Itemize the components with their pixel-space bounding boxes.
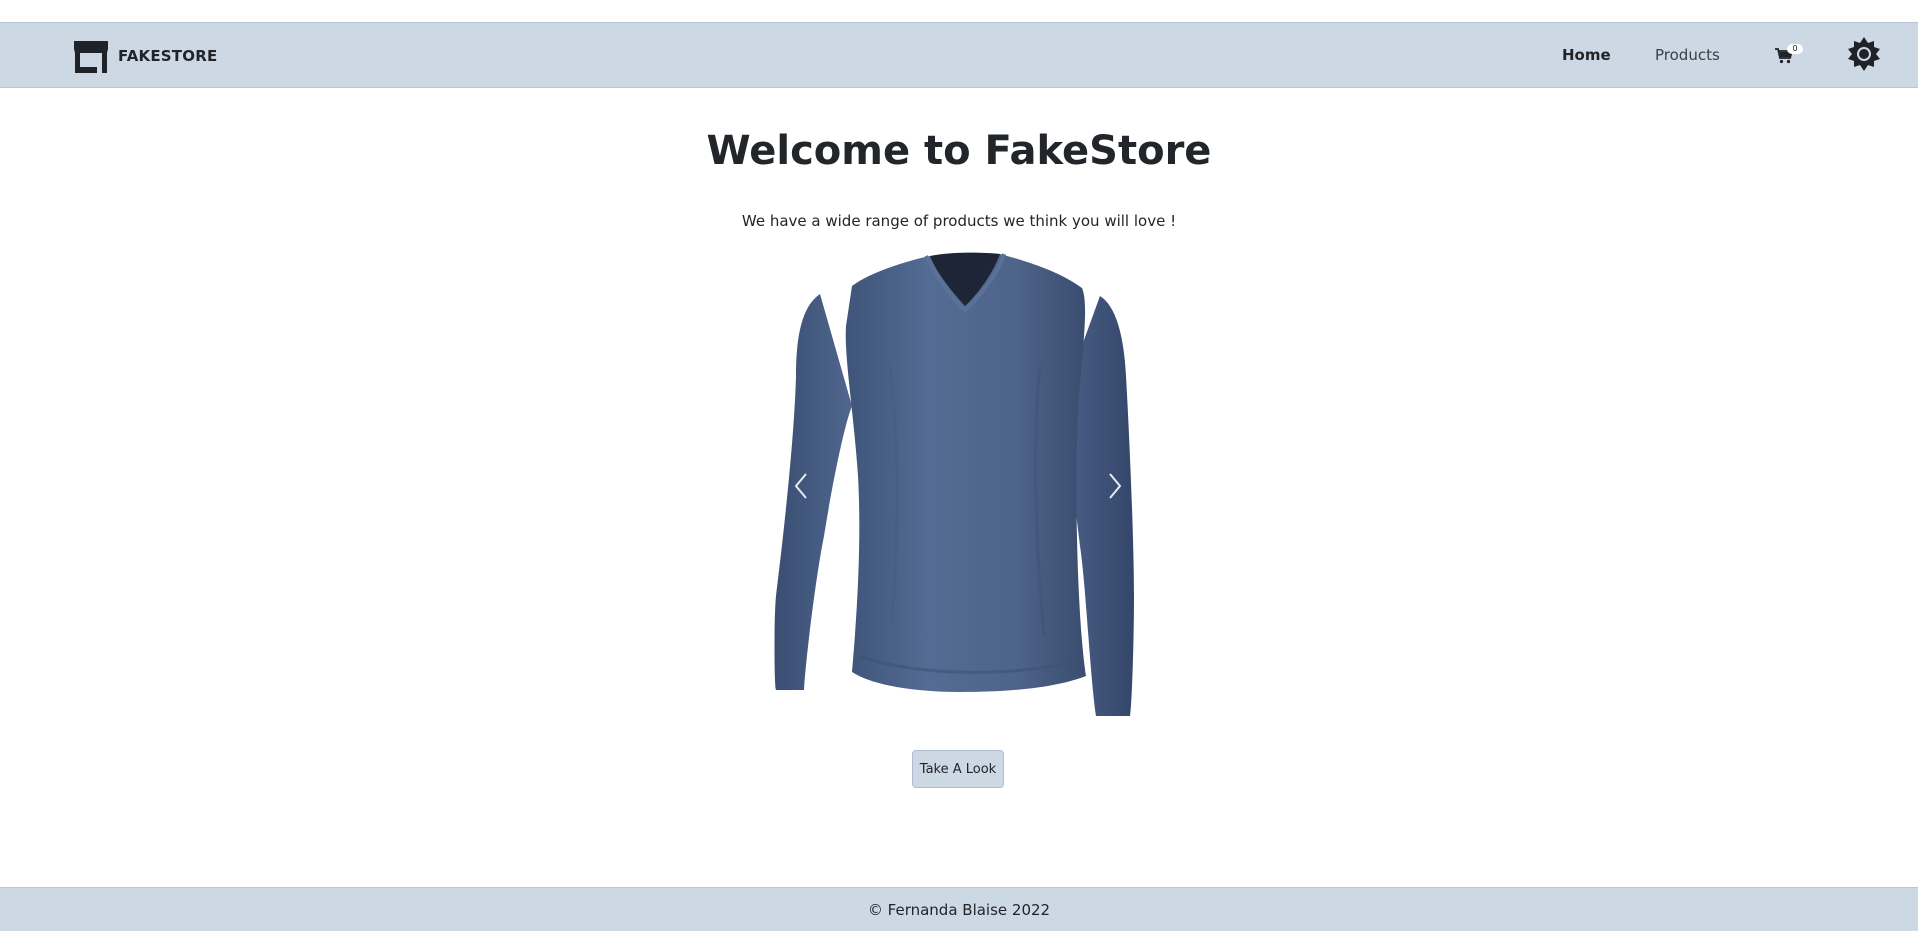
cart-count-badge: 0 [1787, 44, 1803, 54]
brand-name: FAKESTORE [118, 47, 218, 65]
brand-link[interactable]: FAKESTORE [72, 39, 217, 73]
chevron-left-icon[interactable] [790, 470, 812, 502]
hero-subtitle: We have a wide range of products we thin… [741, 212, 1177, 230]
nav-link-products[interactable]: Products [1655, 23, 1720, 87]
theme-toggle-icon[interactable] [1847, 37, 1881, 71]
page: FAKESTORE Home Products 0 Welcome to Fak… [0, 0, 1918, 931]
footer-copyright: © Fernanda Blaise 2022 [867, 900, 1051, 919]
chevron-right-icon[interactable] [1104, 470, 1126, 502]
footer: © Fernanda Blaise 2022 [0, 887, 1918, 931]
page-title: Welcome to FakeStore [706, 128, 1212, 174]
carousel-image-shirt [774, 252, 1134, 716]
product-carousel [760, 246, 1160, 726]
cart-button[interactable]: 0 [1772, 43, 1803, 69]
nav-link-home[interactable]: Home [1562, 23, 1611, 87]
storefront-icon [74, 41, 108, 73]
navbar: FAKESTORE Home Products 0 [0, 22, 1918, 88]
take-a-look-button[interactable]: Take A Look [912, 750, 1004, 788]
